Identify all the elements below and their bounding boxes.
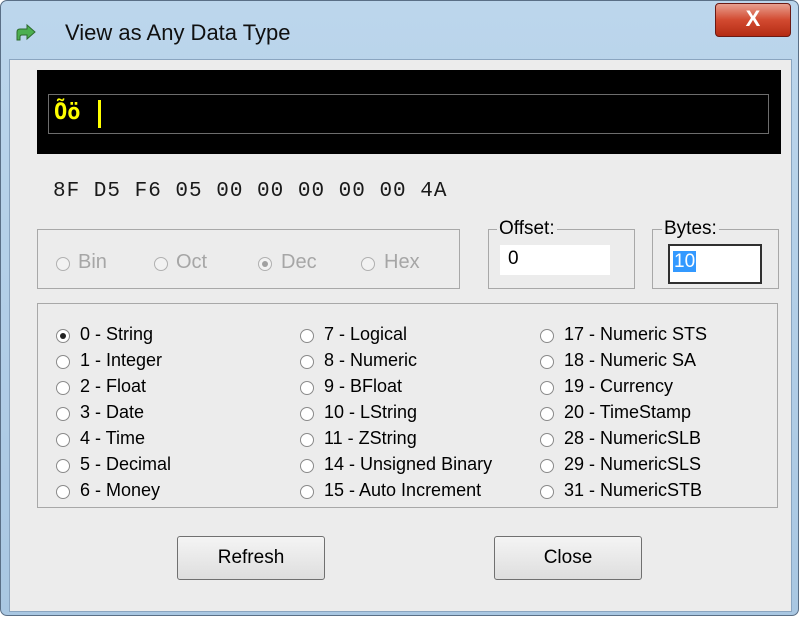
data-type-label: 0 - String: [80, 324, 154, 344]
hex-bytes: 8F D5 F6 05 00 00 00 00 00 4A: [53, 180, 448, 203]
data-type-label: 7 - Logical: [324, 324, 408, 344]
data-type-label: 8 - Numeric: [324, 350, 418, 370]
refresh-button[interactable]: Refresh: [177, 536, 325, 580]
offset-value: 0: [508, 248, 519, 269]
base-label-oct: Oct: [176, 251, 208, 273]
radio-oct: [154, 257, 168, 271]
radio-hex: [361, 257, 375, 271]
data-type-radio[interactable]: [300, 355, 314, 369]
data-type-radio[interactable]: [56, 433, 70, 447]
text-value: Õö: [54, 100, 81, 125]
window-close-button[interactable]: X: [715, 3, 791, 37]
title-bar[interactable]: View as Any Data Type X: [1, 1, 798, 59]
data-type-radio[interactable]: [56, 355, 70, 369]
data-type-radio[interactable]: [300, 459, 314, 473]
data-type-radio[interactable]: [540, 355, 554, 369]
offset-input[interactable]: 0: [500, 245, 610, 275]
radio-bin: [56, 257, 70, 271]
data-type-label: 4 - Time: [80, 428, 146, 448]
data-type-label: 17 - Numeric STS: [564, 324, 708, 344]
data-type-label: 15 - Auto Increment: [324, 480, 482, 500]
data-type-label: 29 - NumericSLS: [564, 454, 702, 474]
data-type-label: 19 - Currency: [564, 376, 674, 396]
data-type-radio[interactable]: [300, 381, 314, 395]
bytes-label: Bytes:: [662, 218, 719, 240]
data-type-label: 18 - Numeric SA: [564, 350, 697, 370]
data-type-label: 9 - BFloat: [324, 376, 403, 396]
arrow-right-icon: [16, 23, 36, 41]
data-type-radio[interactable]: [56, 381, 70, 395]
data-type-radio[interactable]: [540, 381, 554, 395]
data-type-label: 2 - Float: [80, 376, 147, 396]
offset-label: Offset:: [497, 218, 557, 240]
data-type-radio[interactable]: [56, 485, 70, 499]
data-type-label: 1 - Integer: [80, 350, 163, 370]
data-type-label: 3 - Date: [80, 402, 145, 422]
data-type-label: 11 - ZString: [324, 428, 417, 448]
data-type-radio[interactable]: [300, 407, 314, 421]
bytes-value: 10: [673, 251, 697, 272]
data-type-label: 10 - LString: [324, 402, 418, 422]
data-type-label: 31 - NumericSTB: [564, 480, 703, 500]
data-type-radio[interactable]: [300, 485, 314, 499]
data-type-radio[interactable]: [540, 485, 554, 499]
data-type-radio[interactable]: [540, 433, 554, 447]
radio-dec: [258, 257, 272, 271]
radio-dot: [60, 333, 66, 339]
window-title: View as Any Data Type: [65, 20, 291, 45]
text-caret: [98, 100, 101, 128]
base-label-hex: Hex: [384, 251, 420, 273]
data-type-radio[interactable]: [56, 459, 70, 473]
data-type-label: 20 - TimeStamp: [564, 402, 692, 422]
data-type-radio[interactable]: [300, 433, 314, 447]
data-type-radio[interactable]: [300, 329, 314, 343]
close-icon: X: [745, 6, 761, 31]
data-type-radio[interactable]: [540, 329, 554, 343]
data-type-label: 6 - Money: [80, 480, 161, 500]
base-label-dec: Dec: [281, 251, 317, 273]
text-value-field[interactable]: [48, 94, 769, 134]
refresh-button-label: Refresh: [217, 547, 285, 568]
base-label-bin: Bin: [78, 251, 107, 273]
data-type-radio[interactable]: [540, 459, 554, 473]
radio-dot: [262, 261, 268, 267]
data-type-label: 28 - NumericSLB: [564, 428, 702, 448]
data-type-label: 14 - Unsigned Binary: [324, 454, 493, 474]
data-type-radio[interactable]: [56, 407, 70, 421]
data-type-radio[interactable]: [56, 329, 70, 343]
data-type-radio[interactable]: [540, 407, 554, 421]
close-button-label: Close: [543, 547, 593, 568]
bytes-input[interactable]: 10: [668, 244, 762, 284]
close-button[interactable]: Close: [494, 536, 642, 580]
data-type-label: 5 - Decimal: [80, 454, 172, 474]
